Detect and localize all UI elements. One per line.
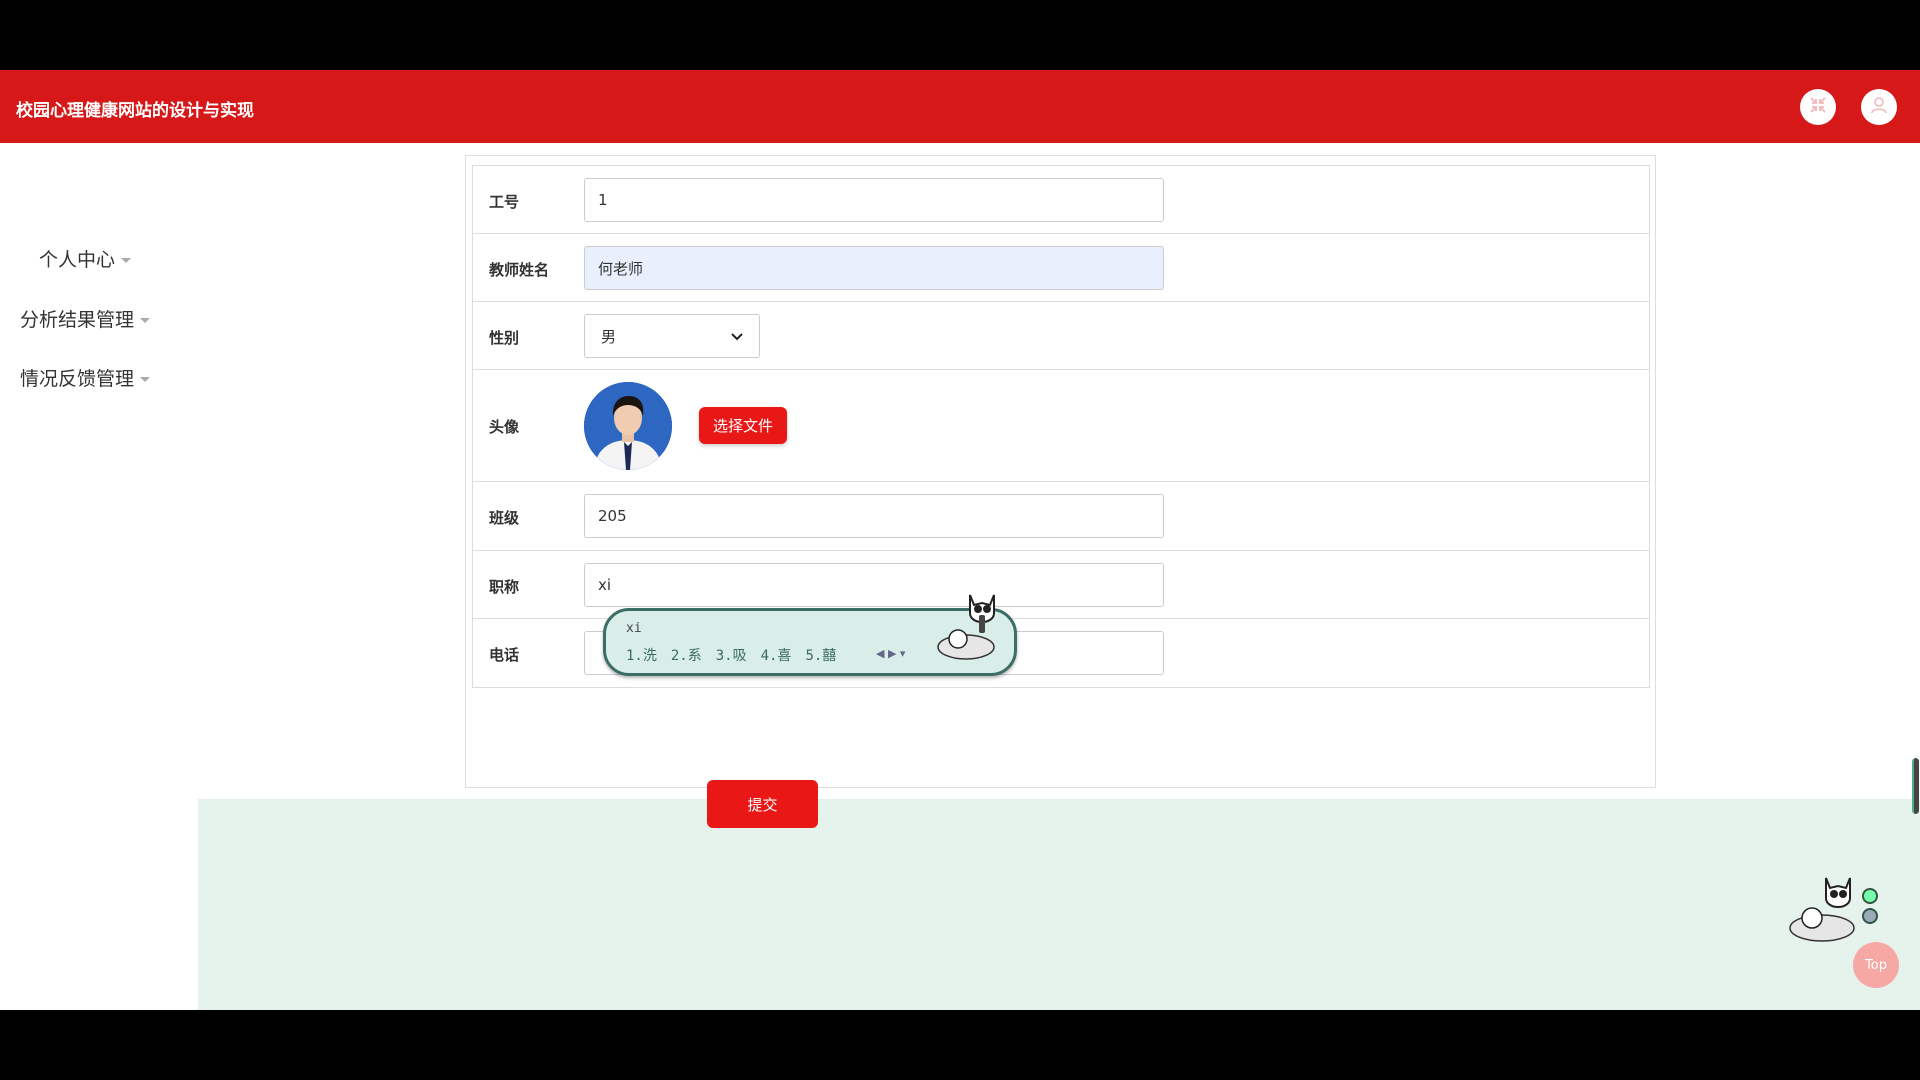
- ime-page-arrows-icon[interactable]: ◀ ▶ ▾: [876, 647, 905, 660]
- sidebar-item-feedback[interactable]: 情况反馈管理: [0, 364, 198, 391]
- form-row-avatar: 头像 选择文件: [473, 370, 1649, 482]
- sidebar-item-label: 分析结果管理: [19, 309, 134, 331]
- top-header: 校园心理健康网站的设计与实现: [0, 70, 1920, 143]
- caret-down-icon: [140, 318, 150, 323]
- title-label: 职称: [489, 578, 520, 596]
- scrollbar-thumb[interactable]: [1912, 758, 1919, 814]
- phone-label: 电话: [489, 646, 520, 664]
- avatar-image: [584, 382, 672, 470]
- ime-candidate-list: 1.洗 2.系 3.吸 4.喜 5.囍: [626, 645, 850, 665]
- ime-candidate[interactable]: 5.囍: [805, 648, 836, 664]
- sidebar-item-personal-center[interactable]: 个人中心: [0, 245, 198, 272]
- title-input[interactable]: xi: [584, 563, 1164, 607]
- teacher-name-input[interactable]: 何老师: [584, 246, 1164, 290]
- teacher-name-label: 教师姓名: [489, 261, 550, 279]
- form-row-class: 班级 205: [473, 482, 1649, 551]
- ime-candidate-popup: xi 1.洗 2.系 3.吸 4.喜 5.囍 ◀ ▶ ▾: [603, 594, 1017, 676]
- letterbox-top: [0, 0, 1920, 70]
- ime-composition: xi: [626, 621, 642, 636]
- ime-candidate[interactable]: 2.系: [671, 648, 702, 664]
- chevron-down-icon: [731, 327, 743, 345]
- user-icon: [1869, 95, 1889, 119]
- user-menu-button[interactable]: [1861, 89, 1897, 125]
- ime-candidate[interactable]: 4.喜: [761, 648, 792, 664]
- site-title: 校园心理健康网站的设计与实现: [16, 101, 254, 121]
- teacher-form-panel: 工号 1 教师姓名 何老师 性别 男 头像 选择文件 班级 205 职称 xi …: [465, 155, 1656, 788]
- letterbox-bottom: [0, 1010, 1920, 1080]
- choose-file-button[interactable]: 选择文件: [699, 407, 787, 444]
- content-footer-area: [198, 799, 1920, 1010]
- caret-down-icon: [121, 258, 131, 263]
- form-row-gender: 性别 男: [473, 302, 1649, 370]
- ime-candidate[interactable]: 3.吸: [716, 648, 747, 664]
- sidebar-item-analysis-results[interactable]: 分析结果管理: [0, 305, 198, 332]
- form-row-teacher-name: 教师姓名 何老师: [473, 234, 1649, 302]
- form-row-job-number: 工号 1: [473, 166, 1649, 234]
- sidebar-item-label: 情况反馈管理: [19, 368, 134, 390]
- fullscreen-button[interactable]: [1800, 89, 1836, 125]
- class-label: 班级: [489, 509, 520, 527]
- gender-selected-value: 男: [601, 327, 617, 346]
- app-window: 校园心理健康网站的设计与实现 个人中心 分析结果管理 情况反馈管理 工号 1 教…: [0, 70, 1920, 1010]
- ime-mascot-icon: [936, 591, 1012, 667]
- sidebar: 个人中心 分析结果管理 情况反馈管理: [0, 143, 198, 1010]
- ime-candidate[interactable]: 1.洗: [626, 648, 657, 664]
- avatar-label: 头像: [489, 418, 520, 436]
- sidebar-item-label: 个人中心: [38, 249, 115, 271]
- gender-label: 性别: [489, 329, 520, 347]
- gender-select[interactable]: 男: [584, 314, 760, 358]
- caret-down-icon: [140, 377, 150, 382]
- mascot-widget-icon[interactable]: [1786, 876, 1878, 948]
- job-number-label: 工号: [489, 193, 520, 211]
- back-to-top-button[interactable]: Top: [1853, 942, 1899, 988]
- class-input[interactable]: 205: [584, 494, 1164, 538]
- job-number-input[interactable]: 1: [584, 178, 1164, 222]
- submit-button[interactable]: 提交: [707, 780, 818, 828]
- fullscreen-exit-icon: [1808, 95, 1828, 119]
